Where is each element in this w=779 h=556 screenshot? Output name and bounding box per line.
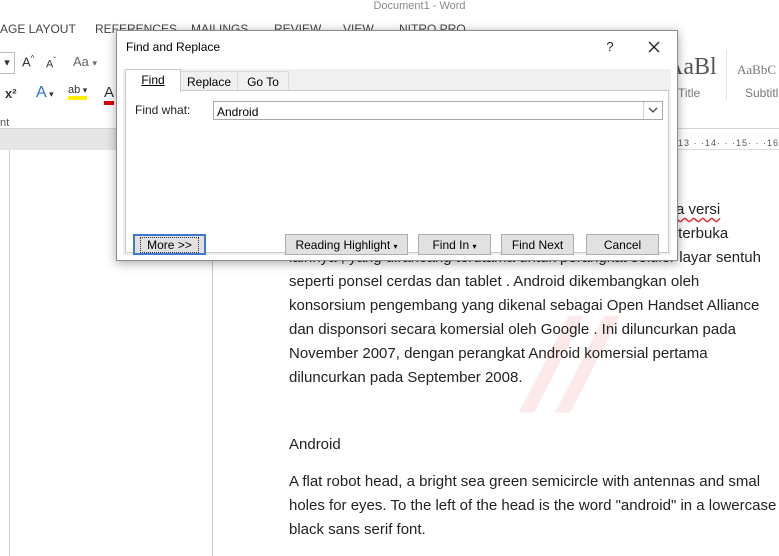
paragraph-2[interactable]: A flat robot head, a bright sea green se… <box>289 470 779 542</box>
style-name: Subtitl <box>745 86 779 100</box>
text-line: konsorsium pengembang yang dikenal sebag… <box>289 297 760 314</box>
find-next-button[interactable]: Find Next <box>501 234 574 255</box>
text-line: diluncurkan pada September 2008. <box>289 369 523 386</box>
heading-android[interactable]: Android <box>289 436 341 453</box>
tab-find[interactable]: Find <box>125 69 181 92</box>
reading-highlight-button[interactable]: Reading Highlight ▾ <box>285 234 408 255</box>
style-subtitle[interactable]: AaBbC Subtitl <box>726 50 779 100</box>
help-button[interactable]: ? <box>600 37 620 57</box>
dialog-title: Find and Replace <box>126 40 221 54</box>
text-line: November 2007, dengan perangkat Android … <box>289 345 708 362</box>
title-bar: Document1 - Word <box>0 0 779 18</box>
tab-page-layout[interactable]: AGE LAYOUT <box>0 22 76 36</box>
text-line: seperti ponsel cerdas dan tablet . Andro… <box>289 273 700 290</box>
dropdown-arrow-icon: ▾ <box>393 242 398 251</box>
style-name: Title <box>678 86 701 100</box>
find-history-dropdown[interactable] <box>643 102 662 119</box>
font-group-label: nt <box>0 117 10 129</box>
tab-go-to[interactable]: Go To <box>237 71 289 92</box>
document-title: Document1 - Word <box>373 0 466 12</box>
find-replace-dialog: Find and Replace ? Find Replace Go To Fi… <box>116 30 678 261</box>
find-what-label: Find what: <box>135 103 191 117</box>
change-case-icon[interactable]: Aa ▾ <box>73 54 97 69</box>
text-effects-icon[interactable]: A ▾ <box>36 84 54 102</box>
text-line: dan disponsori secara komersial oleh Goo… <box>289 321 736 338</box>
vertical-ruler[interactable] <box>0 150 10 556</box>
highlight-icon[interactable]: ab ▾ <box>68 84 88 100</box>
chevron-down-icon <box>648 107 658 113</box>
superscript-icon[interactable]: x² <box>5 86 17 101</box>
tab-replace[interactable]: Replace <box>179 71 239 92</box>
find-tab-panel: Find what: <box>125 90 669 253</box>
shrink-font-icon[interactable]: Aˇ <box>46 56 56 71</box>
ruler-ticks: 13 · ·14· · ·15· · ·16 <box>677 138 779 148</box>
close-icon <box>648 41 660 53</box>
more-button[interactable]: More >> <box>133 234 206 255</box>
font-size-dropdown-icon[interactable]: ▾ <box>0 52 15 74</box>
font-color-icon[interactable]: A <box>104 84 115 105</box>
find-in-button[interactable]: Find In ▾ <box>418 234 491 255</box>
cancel-button[interactable]: Cancel <box>586 234 659 255</box>
grow-font-icon[interactable]: A^ <box>22 54 34 69</box>
find-what-input[interactable] <box>213 101 663 120</box>
style-preview: AaBbC <box>737 62 776 77</box>
dropdown-arrow-icon: ▾ <box>472 242 477 251</box>
dialog-body: Find Replace Go To Find what: More >> Re… <box>123 69 671 255</box>
close-button[interactable] <box>643 36 665 58</box>
